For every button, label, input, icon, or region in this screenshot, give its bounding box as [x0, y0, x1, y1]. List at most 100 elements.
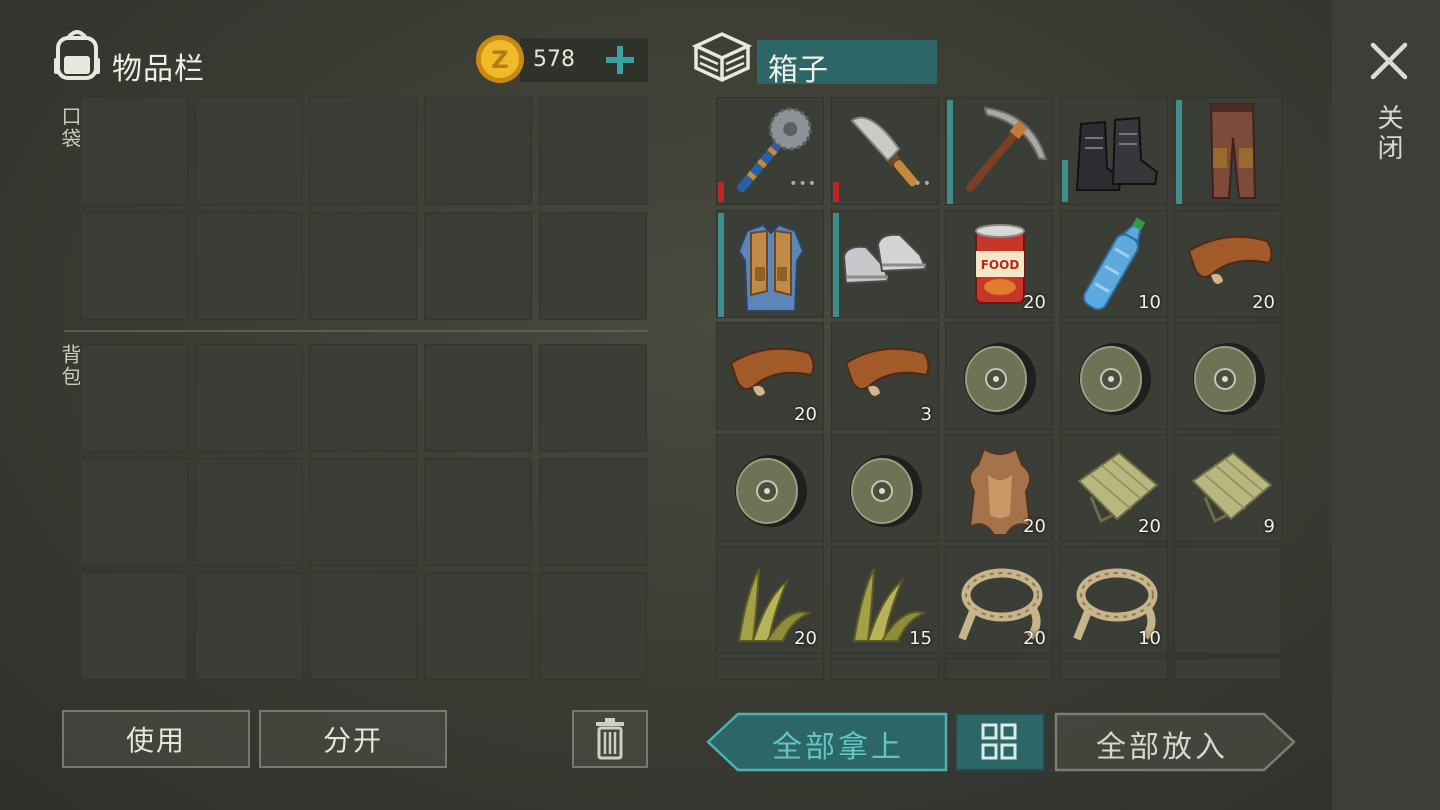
backpack-slot[interactable] [309, 344, 417, 452]
item-slot-wheel[interactable] [831, 434, 939, 542]
trash-button[interactable] [572, 710, 648, 768]
wheel-icon [1193, 343, 1265, 415]
item-slot-plant-fiber[interactable]: 15 [831, 546, 939, 654]
sort-button[interactable] [955, 713, 1045, 771]
item-slot-partial[interactable] [1174, 658, 1282, 680]
item-quantity: 20 [1252, 292, 1275, 313]
boots-icon [1075, 116, 1159, 191]
close-button[interactable] [1368, 40, 1410, 82]
item-slot-wheel[interactable] [945, 322, 1053, 430]
backpack-slot[interactable] [195, 458, 303, 566]
item-slot-pickaxe[interactable] [945, 97, 1053, 205]
item-slot-water-bottle[interactable]: 10 [1060, 210, 1168, 318]
item-quantity: 20 [794, 628, 817, 649]
item-slot-boots[interactable] [1060, 97, 1168, 205]
item-options-dots: ••• [789, 176, 817, 192]
close-label[interactable]: 关闭 [1370, 104, 1407, 164]
container-title: 箱子 [768, 53, 828, 88]
durability-bar [1062, 160, 1068, 202]
pocket-slot[interactable] [539, 212, 647, 320]
backpack-slot[interactable] [80, 344, 188, 452]
pickaxe-icon [966, 106, 1048, 192]
item-slot-food-can[interactable]: FOOD 20 [945, 210, 1053, 318]
put-all-label: 全部放入 [1096, 730, 1228, 765]
backpack-slot[interactable] [195, 344, 303, 452]
item-quantity: 20 [1138, 516, 1161, 537]
plus-icon [606, 46, 634, 74]
item-quantity: 10 [1138, 628, 1161, 649]
backpack-slot[interactable] [195, 572, 303, 680]
pocket-slot[interactable] [539, 97, 647, 205]
item-slot-saw-mace[interactable]: ••• [716, 97, 824, 205]
item-slot-vest[interactable] [716, 210, 824, 318]
item-slot-hide[interactable]: 20 [945, 434, 1053, 542]
empty-slot[interactable] [1174, 546, 1282, 654]
item-slot-wheel[interactable] [1174, 322, 1282, 430]
wheel-icon [1079, 343, 1151, 415]
item-slot-leather[interactable]: 20 [716, 322, 824, 430]
item-slot-cloth[interactable]: 9 [1174, 434, 1282, 542]
take-all-label: 全部拿上 [772, 730, 904, 765]
item-quantity: 20 [794, 404, 817, 425]
pocket-slot[interactable] [424, 97, 532, 205]
inventory-title: 物品栏 [112, 52, 205, 87]
item-quantity: 15 [909, 628, 932, 649]
item-slot-partial[interactable] [945, 658, 1053, 680]
durability-bar [947, 100, 953, 204]
wheel-icon [964, 343, 1036, 415]
backpack-slot[interactable] [424, 572, 532, 680]
item-quantity: 9 [1263, 516, 1275, 537]
pocket-slot[interactable] [195, 212, 303, 320]
pocket-slot[interactable] [309, 97, 417, 205]
add-coins-button[interactable] [600, 40, 640, 80]
item-slot-pants[interactable] [1174, 97, 1282, 205]
trash-icon [596, 718, 624, 760]
item-quantity: 20 [1023, 628, 1046, 649]
durability-bar [718, 213, 724, 317]
box-icon [691, 30, 753, 84]
close-icon [1370, 42, 1408, 80]
backpack-slot[interactable] [80, 458, 188, 566]
item-slot-rope[interactable]: 10 [1060, 546, 1168, 654]
pocket-slot[interactable] [424, 212, 532, 320]
use-button[interactable]: 使用 [62, 710, 250, 768]
item-slot-sneakers[interactable] [831, 210, 939, 318]
backpack-slot[interactable] [424, 344, 532, 452]
backpack-slot[interactable] [80, 572, 188, 680]
backpack-slot[interactable] [309, 458, 417, 566]
backpack-slot[interactable] [539, 572, 647, 680]
wheel-icon [850, 455, 922, 527]
item-slot-leather[interactable]: 20 [1174, 210, 1282, 318]
item-quantity: 20 [1023, 516, 1046, 537]
take-all-button[interactable]: 全部拿上 [706, 712, 948, 772]
backpack-icon [50, 28, 104, 84]
item-slot-machete[interactable]: •• [831, 97, 939, 205]
item-slot-wheel[interactable] [716, 434, 824, 542]
item-slot-wheel[interactable] [1060, 322, 1168, 430]
backpack-slot[interactable] [539, 458, 647, 566]
item-quantity: 3 [920, 404, 932, 425]
put-all-button[interactable]: 全部放入 [1054, 712, 1296, 772]
wheel-icon [735, 455, 807, 527]
item-slot-cloth[interactable]: 20 [1060, 434, 1168, 542]
item-slot-rope[interactable]: 20 [945, 546, 1053, 654]
backpack-slot[interactable] [309, 572, 417, 680]
item-slot-partial[interactable] [716, 658, 824, 680]
item-quantity: 20 [1023, 292, 1046, 313]
backpack-slot[interactable] [424, 458, 532, 566]
pocket-slot[interactable] [80, 97, 188, 205]
item-slot-partial[interactable] [831, 658, 939, 680]
coin-count: 578 [533, 47, 575, 72]
durability-bar [718, 182, 724, 202]
item-slot-partial[interactable] [1060, 658, 1168, 680]
pocket-slot[interactable] [80, 212, 188, 320]
sort-grid-icon [981, 723, 1017, 760]
pocket-slot[interactable] [309, 212, 417, 320]
split-button[interactable]: 分开 [259, 710, 447, 768]
section-divider [64, 330, 648, 332]
coin-icon: Z [474, 33, 526, 85]
backpack-slot[interactable] [539, 344, 647, 452]
item-slot-plant-fiber[interactable]: 20 [716, 546, 824, 654]
item-slot-leather[interactable]: 3 [831, 322, 939, 430]
pocket-slot[interactable] [195, 97, 303, 205]
